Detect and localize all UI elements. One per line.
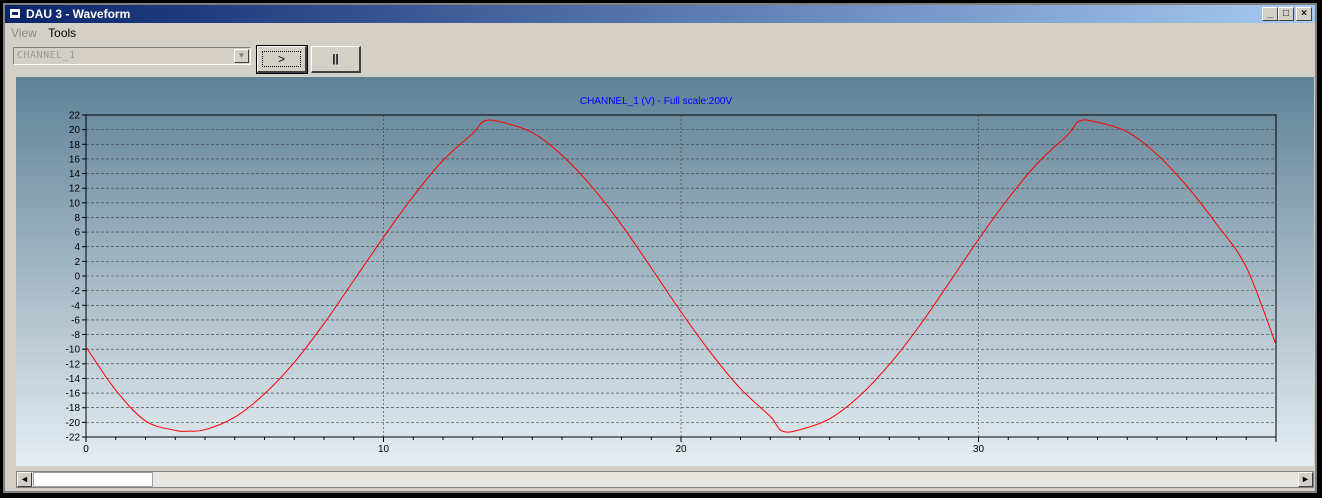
toolbar: CHANNEL_1 ▼ > || <box>5 43 1315 75</box>
y-tick-label: 18 <box>69 140 81 151</box>
window-controls: _ □ × <box>1262 7 1312 21</box>
waveform-window: DAU 3 - Waveform _ □ × View Tools CHANNE… <box>3 3 1317 493</box>
y-tick-label: 6 <box>74 228 80 239</box>
scroll-left-arrow-icon[interactable]: ◄ <box>17 472 32 487</box>
y-tick-label: -8 <box>71 330 80 341</box>
y-tick-label: -16 <box>66 389 81 400</box>
app-icon <box>9 8 21 19</box>
window-title: DAU 3 - Waveform <box>26 7 131 21</box>
y-tick-label: -4 <box>71 301 80 312</box>
y-tick-label: 12 <box>69 184 81 195</box>
menu-bar: View Tools <box>5 24 1315 42</box>
y-tick-label: 22 <box>69 111 81 122</box>
close-button[interactable]: × <box>1296 7 1312 21</box>
y-tick-label: 14 <box>69 169 81 180</box>
y-tick-label: -18 <box>66 403 81 414</box>
y-tick-label: -14 <box>66 374 81 385</box>
y-tick-label: 4 <box>74 242 80 253</box>
maximize-button[interactable]: □ <box>1278 7 1294 21</box>
y-tick-label: 16 <box>69 154 81 165</box>
chevron-down-icon[interactable]: ▼ <box>234 49 249 63</box>
x-tick-label: 30 <box>973 444 985 455</box>
minimize-button[interactable]: _ <box>1262 7 1278 21</box>
y-tick-label: 20 <box>69 125 81 136</box>
y-tick-label: 0 <box>74 272 80 283</box>
pause-button-label: || <box>332 53 339 65</box>
menu-tools[interactable]: Tools <box>44 24 80 42</box>
y-tick-label: -10 <box>66 345 81 356</box>
y-tick-label: -12 <box>66 359 81 370</box>
scroll-thumb[interactable] <box>33 472 153 487</box>
menu-view[interactable]: View <box>9 24 41 42</box>
channel-select-value: CHANNEL_1 <box>17 50 76 61</box>
chart-background <box>16 77 1314 466</box>
chart-title: CHANNEL_1 (V) - Full scale:200V <box>580 96 733 107</box>
y-tick-label: -22 <box>66 433 81 444</box>
x-tick-label: 20 <box>675 444 687 455</box>
y-tick-label: -2 <box>71 286 80 297</box>
chart-svg: CHANNEL_1 (V) - Full scale:200V 22201816… <box>16 77 1314 466</box>
y-tick-label: 8 <box>74 213 80 224</box>
waveform-chart: CHANNEL_1 (V) - Full scale:200V 22 20 18 16… <box>16 77 1314 466</box>
focus-rect <box>262 51 301 67</box>
x-tick-label: 0 <box>83 444 89 455</box>
scroll-right-arrow-icon[interactable]: ► <box>1298 472 1313 487</box>
title-bar[interactable]: DAU 3 - Waveform _ □ × <box>5 5 1315 23</box>
x-tick-label: 10 <box>378 444 390 455</box>
pause-button[interactable]: || <box>311 46 361 73</box>
y-tick-label: 10 <box>69 198 81 209</box>
play-button[interactable]: > <box>256 45 308 74</box>
y-tick-label: 2 <box>74 257 80 268</box>
channel-select[interactable]: CHANNEL_1 ▼ <box>13 47 251 65</box>
y-tick-label: -6 <box>71 315 80 326</box>
y-tick-label: -20 <box>66 418 81 429</box>
horizontal-scrollbar[interactable]: ◄ ► <box>16 471 1314 488</box>
